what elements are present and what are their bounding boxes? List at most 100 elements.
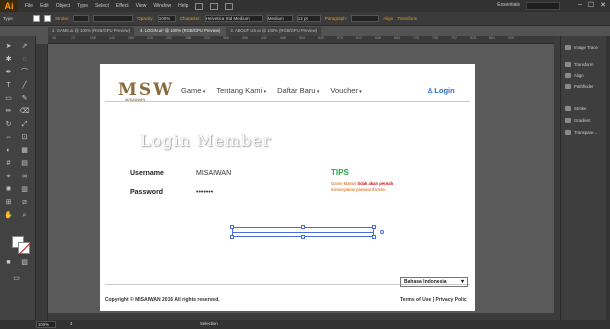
- search-input[interactable]: [526, 2, 560, 10]
- magic-wand-tool-icon[interactable]: ✱: [3, 55, 14, 65]
- paragraph-label[interactable]: Paragraph:: [325, 16, 347, 21]
- artboard[interactable]: MSW MISAIWAN Game Tentang Kami Daftar Ba…: [100, 64, 475, 311]
- type-tool-icon[interactable]: T: [3, 81, 14, 91]
- nav-voucher[interactable]: Voucher: [330, 86, 361, 95]
- panel-transform[interactable]: Transform: [565, 62, 593, 67]
- shape-builder-tool-icon[interactable]: ◐: [3, 146, 14, 156]
- language-select[interactable]: Bahasa Indonesia ▾: [400, 277, 468, 287]
- mesh-tool-icon[interactable]: #: [3, 159, 14, 169]
- menu-file[interactable]: File: [25, 3, 33, 9]
- stroke-swatch[interactable]: [18, 242, 30, 254]
- slice-tool-icon[interactable]: ⧄: [19, 198, 30, 208]
- opacity-field[interactable]: 100%: [157, 15, 176, 22]
- selection-tool-icon[interactable]: ➤: [3, 42, 14, 52]
- arrange-documents-icon[interactable]: [225, 2, 234, 10]
- panel-gradient[interactable]: Gradient: [565, 118, 590, 123]
- rotation-handle[interactable]: [380, 230, 384, 234]
- direct-selection-tool-icon[interactable]: ⇗: [19, 42, 30, 52]
- variable-width-profile[interactable]: [93, 15, 134, 22]
- selection-handle-bottom-left[interactable]: [230, 235, 234, 239]
- footer-links[interactable]: Terms of Use | Privacy Polic: [400, 297, 467, 303]
- selection-handle-top-left[interactable]: [230, 225, 234, 229]
- panel-image-trace[interactable]: Image Trace: [565, 45, 598, 50]
- stroke-weight-field[interactable]: [73, 15, 90, 22]
- width-tool-icon[interactable]: ⇔: [3, 133, 14, 143]
- menu-view[interactable]: View: [136, 3, 147, 9]
- selected-path[interactable]: [232, 232, 374, 233]
- stock-icon[interactable]: [210, 2, 219, 10]
- stroke-label[interactable]: Stroke:: [55, 16, 69, 21]
- minimize-icon[interactable]: –: [578, 1, 582, 9]
- selection-handle-bottom-right[interactable]: [372, 235, 376, 239]
- line-tool-icon[interactable]: ╱: [19, 81, 30, 91]
- selection-handle-bottom-center[interactable]: [301, 235, 305, 239]
- login-link[interactable]: ♙Login: [427, 86, 455, 95]
- selection-handle-top-center[interactable]: [301, 225, 305, 229]
- symbol-sprayer-tool-icon[interactable]: ✺: [3, 185, 14, 195]
- selection-handle-top-right[interactable]: [372, 225, 376, 229]
- close-icon[interactable]: ✕: [600, 1, 606, 9]
- paintbrush-tool-icon[interactable]: ✎: [19, 94, 30, 104]
- scale-tool-icon[interactable]: ⤢: [19, 120, 30, 130]
- lasso-tool-icon[interactable]: ◌: [19, 55, 30, 65]
- menu-effect[interactable]: Effect: [116, 3, 129, 9]
- menu-select[interactable]: Select: [95, 3, 109, 9]
- gradient-mode-icon[interactable]: ▨: [19, 258, 30, 268]
- font-family-field[interactable]: Helvetica Std Medium: [204, 15, 263, 22]
- horizontal-ruler[interactable]: 36 72 108 144 180 216 252 288 324 360 396 432 468 504…: [48, 36, 554, 44]
- panel-pathfinder[interactable]: Pathfinder: [565, 84, 594, 89]
- font-style-field[interactable]: Medium: [266, 15, 293, 22]
- rotate-tool-icon[interactable]: ↻: [3, 120, 14, 130]
- username-field[interactable]: MISAIWAN: [196, 170, 231, 177]
- font-size-field[interactable]: 12 pt: [296, 15, 321, 22]
- collapsed-panel-strip[interactable]: [606, 36, 610, 320]
- hand-tool-icon[interactable]: ✋: [3, 211, 14, 221]
- menu-type[interactable]: Type: [77, 3, 88, 9]
- nav-game[interactable]: Game: [181, 86, 205, 95]
- nav-tentang-kami[interactable]: Tentang Kami: [216, 86, 266, 95]
- bridge-icon[interactable]: [195, 2, 204, 10]
- panel-align[interactable]: Align: [565, 73, 584, 78]
- perspective-grid-tool-icon[interactable]: ▦: [19, 146, 30, 156]
- screen-mode-icon[interactable]: ▭: [11, 274, 22, 284]
- curvature-tool-icon[interactable]: ⌒: [19, 68, 30, 78]
- site-logo[interactable]: MSW MISAIWAN: [118, 81, 172, 103]
- menu-edit[interactable]: Edit: [40, 3, 49, 9]
- workspace-switcher[interactable]: Essentials: [497, 2, 520, 8]
- character-label[interactable]: Character:: [180, 16, 201, 21]
- stroke-color-swatch[interactable]: [44, 15, 51, 22]
- horizontal-scrollbar[interactable]: [48, 313, 554, 320]
- artboard-navigator[interactable]: 4: [70, 321, 72, 326]
- pen-tool-icon[interactable]: ✒: [3, 68, 14, 78]
- tab-game[interactable]: 2. GAME.ai @ 100% (RGB/GPU Preview): [48, 27, 135, 36]
- transform-label[interactable]: Transform: [397, 16, 417, 21]
- color-mode-icon[interactable]: ■: [3, 258, 14, 268]
- canvas[interactable]: MSW MISAIWAN Game Tentang Kami Daftar Ba…: [48, 44, 554, 320]
- gradient-tool-icon[interactable]: ▤: [19, 159, 30, 169]
- tab-login[interactable]: 4. LOGIN.ai* @ 100% (RGB/GPU Preview): [136, 27, 225, 36]
- eyedropper-tool-icon[interactable]: ⌖: [3, 172, 14, 182]
- eraser-tool-icon[interactable]: ⌫: [19, 107, 30, 117]
- column-graph-tool-icon[interactable]: ▥: [19, 185, 30, 195]
- maximize-icon[interactable]: ☐: [588, 1, 594, 9]
- password-field[interactable]: •••••••: [196, 189, 213, 196]
- panel-stroke[interactable]: Stroke: [565, 106, 586, 111]
- panel-transparency[interactable]: Transpare...: [565, 130, 597, 135]
- rectangle-tool-icon[interactable]: ▭: [3, 94, 14, 104]
- menu-help[interactable]: Help: [178, 3, 188, 9]
- artboard-tool-icon[interactable]: ⊞: [3, 198, 14, 208]
- pencil-tool-icon[interactable]: ✏: [3, 107, 14, 117]
- opacity-label[interactable]: Opacity:: [137, 16, 154, 21]
- align-label[interactable]: Align: [383, 16, 393, 21]
- zoom-tool-icon[interactable]: ⌕: [19, 211, 30, 221]
- menu-object[interactable]: Object: [56, 3, 70, 9]
- current-tool-label[interactable]: Selection: [200, 321, 218, 326]
- tab-about-us[interactable]: 3. ABOUT US.ai @ 100% (RGB/GPU Preview): [226, 27, 322, 36]
- nav-daftar-baru[interactable]: Daftar Baru: [277, 86, 319, 95]
- paragraph-align-buttons[interactable]: [351, 15, 380, 22]
- menu-window[interactable]: Window: [153, 3, 171, 9]
- vertical-ruler[interactable]: [36, 44, 48, 320]
- zoom-field[interactable]: 100%: [36, 321, 56, 328]
- fill-color-swatch[interactable]: [33, 15, 40, 22]
- blend-tool-icon[interactable]: ∞: [19, 172, 30, 182]
